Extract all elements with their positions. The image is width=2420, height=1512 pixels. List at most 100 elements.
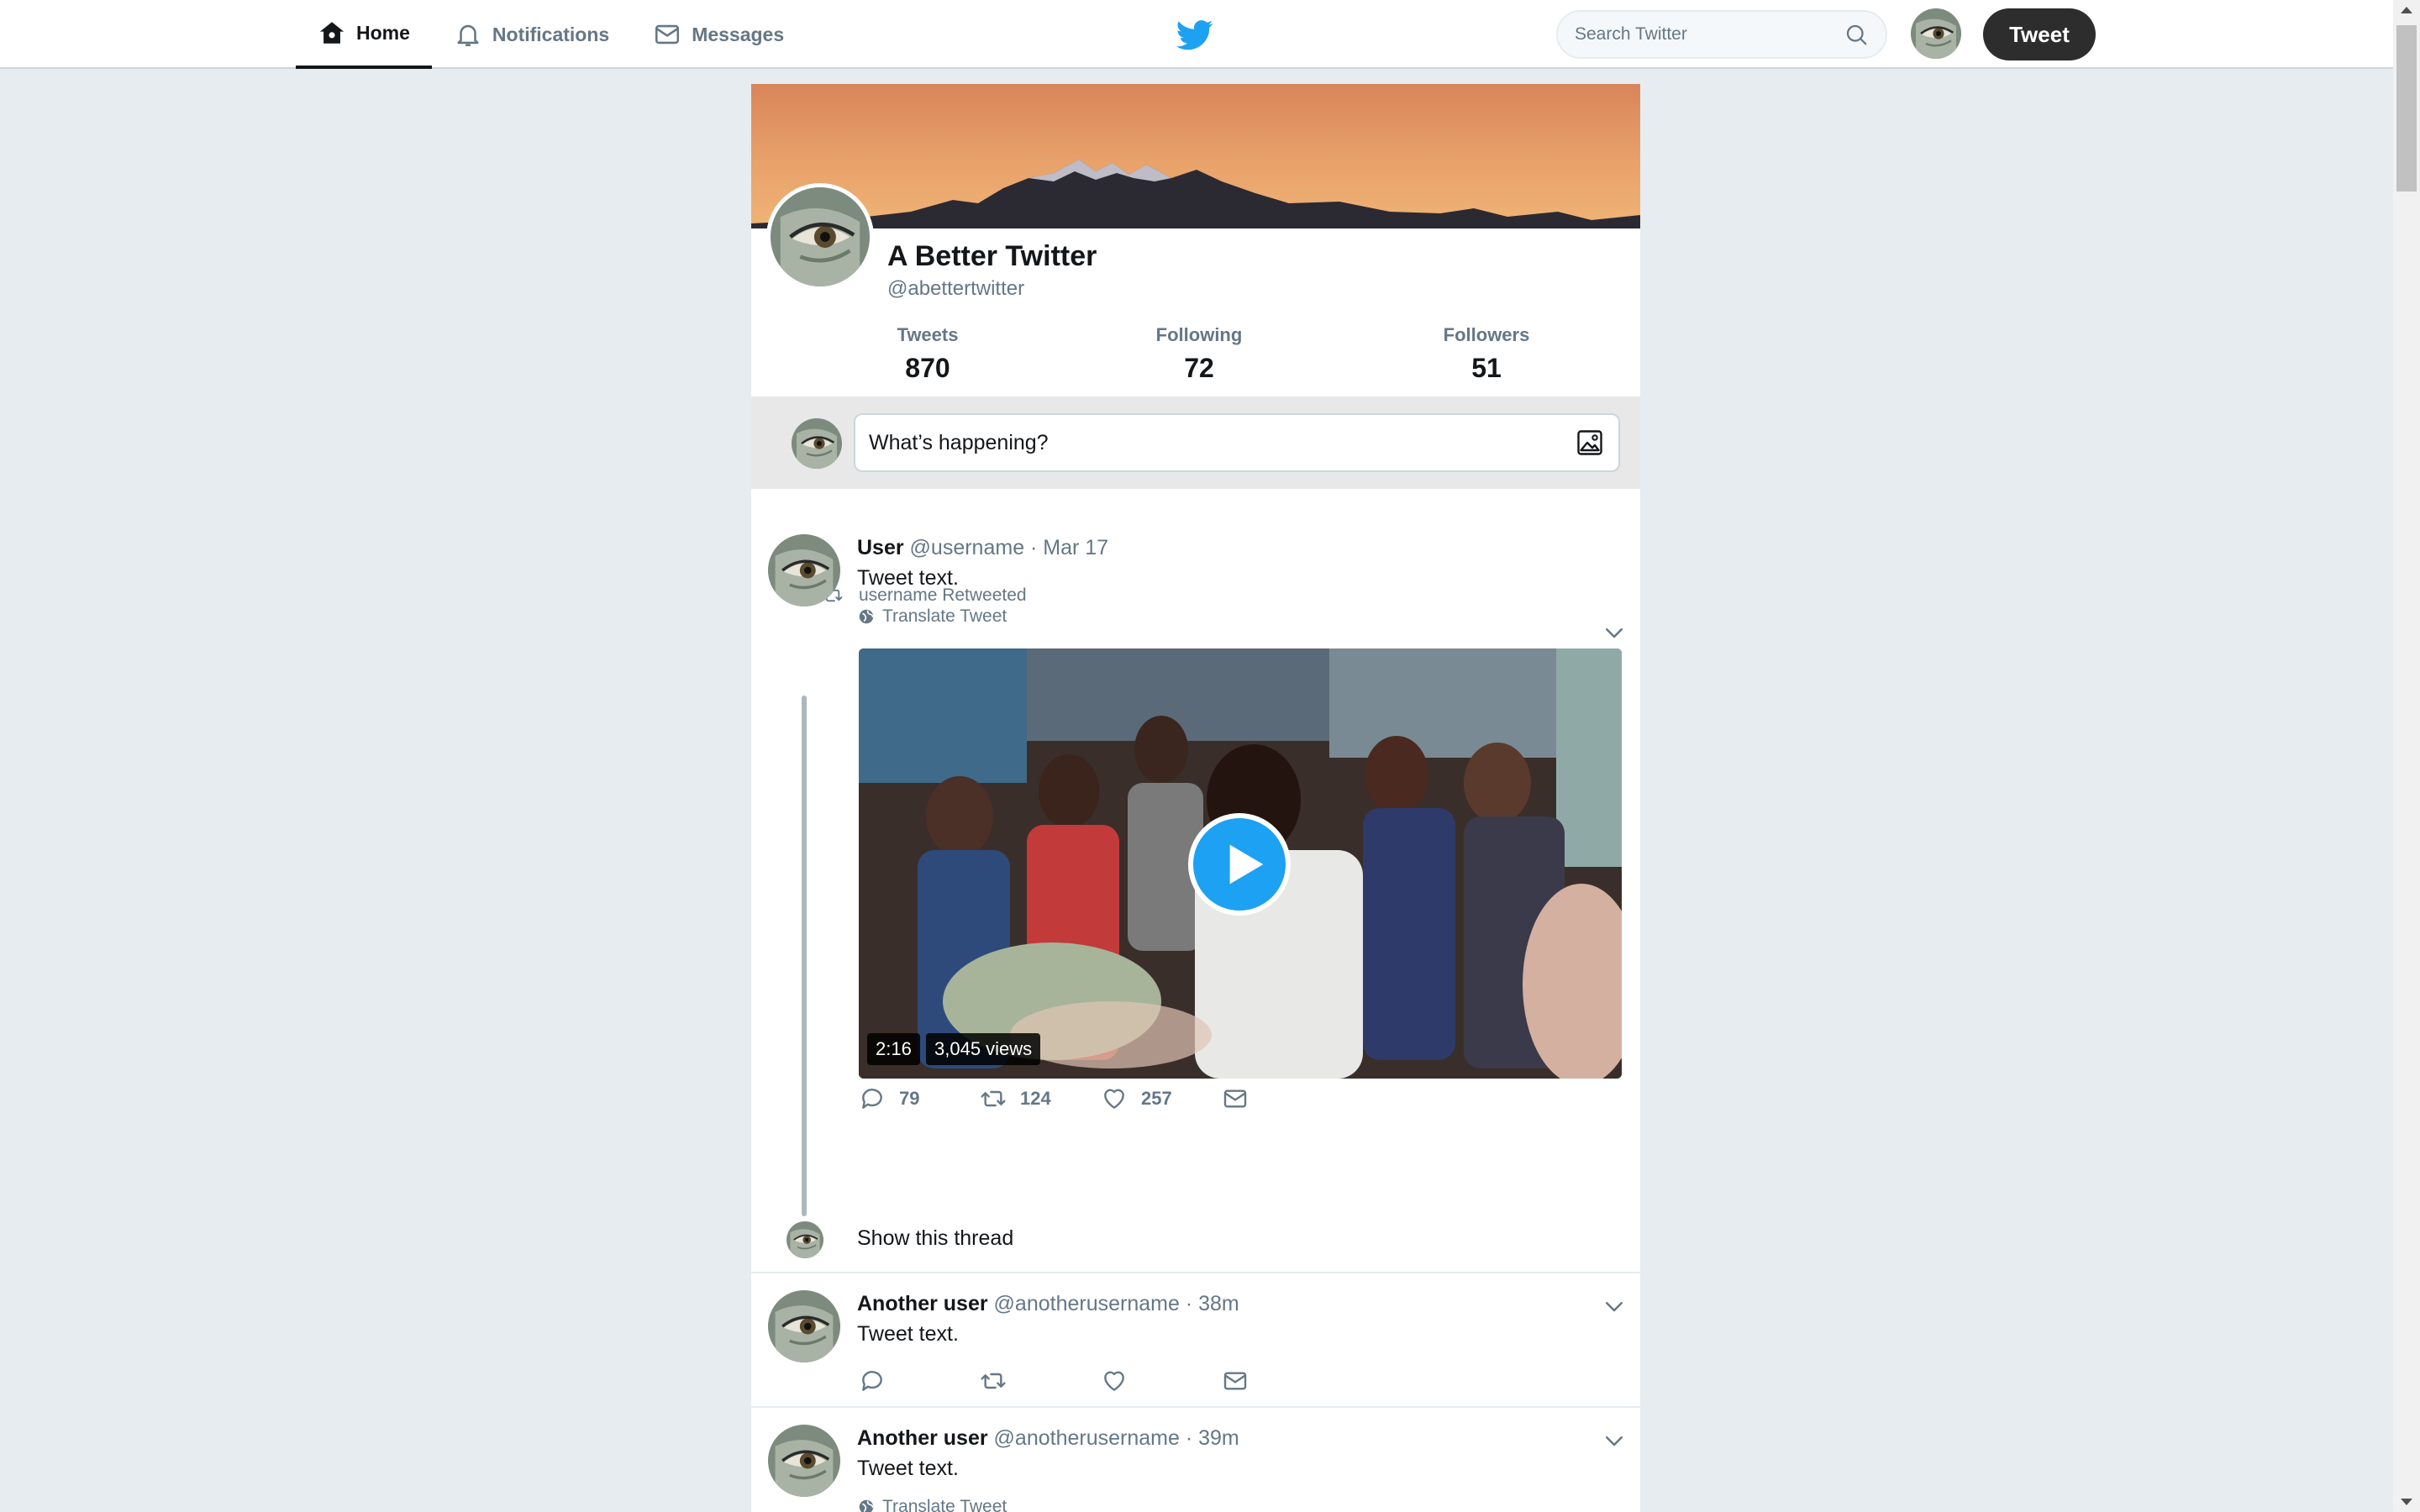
reply-icon — [859, 1085, 886, 1112]
tweet-avatar[interactable] — [768, 1290, 840, 1362]
envelope-icon — [653, 20, 681, 49]
bell-icon — [457, 24, 479, 47]
reply-action[interactable]: 79 — [859, 1085, 980, 1112]
profile-handle: @abettertwitter — [887, 277, 1025, 300]
page-scrollbar[interactable] — [2393, 0, 2420, 1512]
stat-label: Tweets — [897, 324, 959, 345]
user-avatar-image — [1911, 8, 1961, 59]
compose-input[interactable] — [869, 430, 1575, 455]
translate-label: Translate Tweet — [882, 1497, 1007, 1512]
tweet-avatar-image — [768, 1425, 840, 1497]
dm-action[interactable] — [1222, 1368, 1343, 1394]
nav-messages-label: Messages — [692, 23, 785, 45]
translate-label: Translate Tweet — [882, 606, 1007, 626]
stat-following[interactable]: Following 72 — [1136, 324, 1262, 384]
nav-notifications-label: Notifications — [492, 23, 610, 45]
retweet-icon — [980, 1085, 1007, 1112]
tweet-avatar-image — [768, 1290, 840, 1362]
tweet-button[interactable]: Tweet — [1983, 8, 2096, 60]
tweet-text: Tweet text. — [857, 1457, 959, 1480]
tweet-avatar[interactable] — [768, 534, 840, 606]
stat-value: 870 — [905, 353, 950, 383]
image-icon[interactable] — [1575, 428, 1605, 458]
reply-count: 79 — [899, 1088, 920, 1109]
tweet-author-name[interactable]: User — [857, 536, 904, 559]
search-box — [1556, 10, 1887, 59]
envelope-icon — [1222, 1368, 1249, 1394]
envelope-icon — [1222, 1085, 1249, 1112]
profile-avatar[interactable] — [766, 183, 874, 291]
scroll-up-arrow-icon[interactable] — [2401, 7, 2412, 13]
search-icon[interactable] — [1844, 22, 1869, 47]
reply-action[interactable] — [859, 1368, 980, 1394]
globe-icon — [857, 607, 876, 626]
chevron-down-icon[interactable] — [1602, 1428, 1627, 1453]
retweet-count: 124 — [1020, 1088, 1051, 1109]
scroll-down-arrow-icon[interactable] — [2401, 1499, 2412, 1505]
heart-icon — [1101, 1085, 1128, 1112]
account-avatar[interactable] — [1911, 8, 1961, 59]
retweet-action[interactable] — [980, 1368, 1101, 1394]
stat-value: 72 — [1184, 353, 1214, 383]
retweet-icon — [980, 1368, 1007, 1394]
like-action[interactable] — [1101, 1368, 1222, 1394]
main-nav: Home Notifications Messages — [296, 0, 806, 69]
composer-avatar-image — [792, 418, 842, 469]
play-button[interactable] — [1188, 813, 1291, 916]
reply-icon — [859, 1368, 886, 1394]
nav-messages[interactable]: Messages — [631, 0, 806, 69]
stat-label: Followers — [1443, 324, 1530, 345]
tweet-composer — [751, 396, 1640, 489]
thread-avatar[interactable] — [786, 1221, 823, 1258]
stat-followers[interactable]: Followers 51 — [1423, 324, 1549, 384]
composer-box — [854, 413, 1620, 472]
chevron-down-icon[interactable] — [1602, 1294, 1627, 1319]
tweet-meta[interactable]: @username · Mar 17 — [910, 536, 1109, 559]
search-input[interactable] — [1575, 24, 1844, 45]
tweet-header: Another user @anotherusername · 38m — [857, 1292, 1239, 1316]
tweet-text: Tweet text. — [857, 1322, 959, 1346]
tweet-author-name[interactable]: Another user — [857, 1426, 988, 1450]
show-thread-link[interactable]: Show this thread — [857, 1226, 1013, 1251]
video-duration: 2:16 — [867, 1033, 920, 1065]
scrollbar-thumb[interactable] — [2396, 25, 2417, 192]
tweet-avatar[interactable] — [768, 1425, 840, 1497]
stat-label: Following — [1155, 324, 1243, 345]
home-icon — [319, 22, 345, 44]
globe-icon — [857, 1498, 876, 1512]
translate-tweet-link[interactable]: Translate Tweet — [857, 606, 1007, 627]
translate-tweet-link[interactable]: Translate Tweet — [857, 1497, 1007, 1512]
tweet-author-name[interactable]: Another user — [857, 1292, 988, 1315]
nav-notifications[interactable]: Notifications — [432, 0, 631, 69]
dm-action[interactable] — [1222, 1085, 1343, 1112]
like-count: 257 — [1141, 1088, 1172, 1109]
timeline-column: A Better Twitter @abettertwitter Tweets … — [751, 84, 1640, 1512]
nav-home[interactable]: Home — [296, 0, 432, 69]
play-icon — [1229, 844, 1264, 885]
stat-tweets[interactable]: Tweets 870 — [869, 324, 986, 384]
mountain-banner-image — [751, 160, 1640, 228]
tweet-text: Tweet text. — [857, 566, 959, 590]
profile-avatar-image — [771, 187, 870, 286]
thread-line — [802, 696, 807, 1216]
tweet-header: User @username · Mar 17 — [857, 536, 1108, 560]
tweet-header: Another user @anotherusername · 39m — [857, 1426, 1239, 1451]
tweet-meta[interactable]: @anotherusername · 39m — [994, 1426, 1239, 1450]
tweet-avatar-image — [768, 534, 840, 606]
retweet-action[interactable]: 124 — [980, 1085, 1101, 1112]
tweet-actions — [859, 1368, 1343, 1394]
top-navigation-bar: Home Notifications Messages Tweet — [0, 0, 2393, 69]
heart-icon — [1101, 1368, 1128, 1394]
nav-home-label: Home — [356, 21, 410, 44]
tweet-actions: 79 124 257 — [859, 1085, 1343, 1112]
stat-value: 51 — [1471, 353, 1502, 383]
composer-avatar — [792, 418, 842, 469]
tweet-meta[interactable]: @anotherusername · 38m — [994, 1292, 1239, 1315]
twitter-bird-logo[interactable] — [1176, 18, 1213, 52]
like-action[interactable]: 257 — [1101, 1085, 1222, 1112]
chevron-down-icon[interactable] — [1602, 620, 1627, 645]
video-views: 3,045 views — [926, 1033, 1041, 1065]
tweet-video[interactable]: 2:16 3,045 views — [859, 648, 1622, 1079]
profile-name[interactable]: A Better Twitter — [887, 240, 1097, 273]
thread-avatar-image — [786, 1221, 823, 1258]
